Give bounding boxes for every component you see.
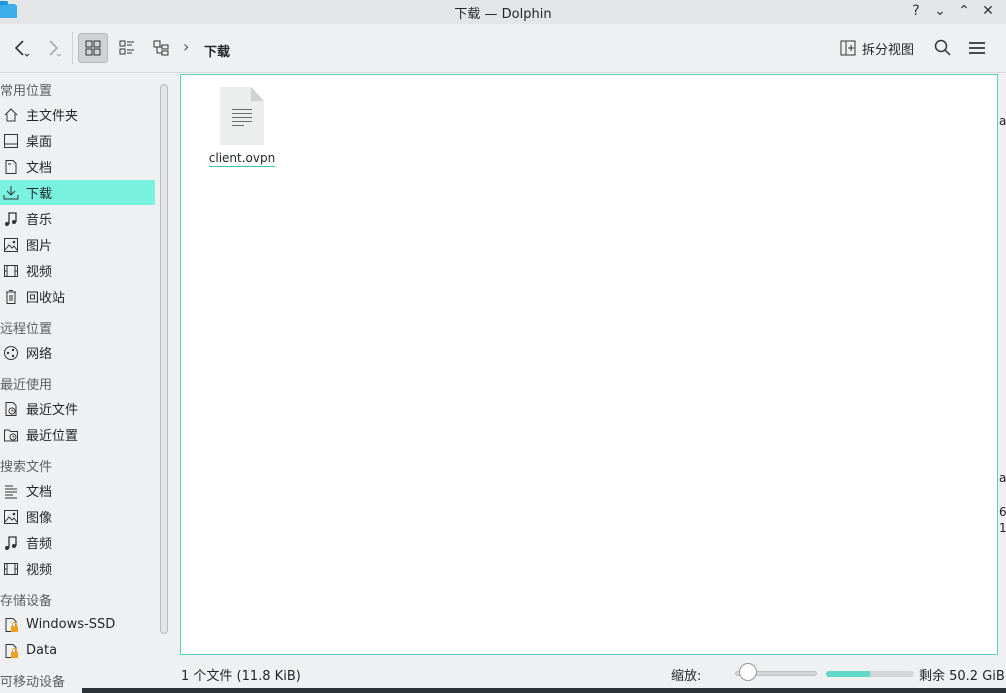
- image-icon: [4, 237, 18, 252]
- sidebar-item-downloads[interactable]: 下载: [0, 180, 155, 205]
- document-icon: [5, 159, 17, 174]
- text-lines-icon: [5, 485, 17, 498]
- sidebar-item-music[interactable]: 音乐: [0, 206, 155, 231]
- breadcrumb-separator-icon: ›: [183, 37, 190, 56]
- sidebar-item-label: 最近位置: [26, 429, 79, 444]
- sidebar-item-label: 文档: [26, 161, 53, 176]
- sidebar-item-label: Data: [26, 643, 58, 658]
- sidebar-item-documents[interactable]: 文档: [0, 154, 155, 179]
- zoom-label: 缩放:: [671, 669, 702, 684]
- file-count: 1 个文件 (11.8 KiB): [181, 669, 301, 684]
- status-bar: 1 个文件 (11.8 KiB) 缩放: 剩余 50.2 GiB: [0, 658, 1006, 688]
- toolbar: › 下载 拆分视图: [0, 24, 1006, 73]
- drive-locked-icon: [5, 643, 18, 658]
- music-note-icon: [5, 535, 17, 550]
- recent-folder-icon: [4, 429, 18, 441]
- free-space-label: 剩余 50.2 GiB: [919, 669, 1005, 684]
- sidebar-item-search-images[interactable]: 图像: [0, 504, 155, 529]
- section-title-search: 搜索文件: [0, 460, 53, 475]
- file-item[interactable]: client.ovpn: [205, 87, 279, 167]
- split-view-icon: [840, 40, 856, 56]
- trash-icon: [6, 289, 16, 304]
- help-button[interactable]: ?: [908, 1, 924, 21]
- sidebar-item-recent-files[interactable]: 最近文件: [0, 396, 155, 421]
- section-title-places: 常用位置: [0, 84, 53, 99]
- taskbar-edge: [82, 688, 1006, 693]
- back-button[interactable]: [8, 34, 34, 62]
- sidebar-item-label: 最近文件: [26, 403, 79, 418]
- image-icon: [4, 509, 18, 524]
- sidebar-item-trash[interactable]: 回收站: [0, 284, 155, 309]
- sidebar-item-search-videos[interactable]: 视频: [0, 556, 155, 581]
- title-bar: 下载 — Dolphin ? ⌄ ⌃ ✕: [0, 0, 1006, 24]
- split-view-label: 拆分视图: [862, 42, 915, 58]
- icons-view-button[interactable]: [78, 33, 108, 63]
- forward-button[interactable]: [40, 34, 66, 62]
- music-note-icon: [5, 211, 17, 226]
- section-title-devices: 存储设备: [0, 594, 53, 609]
- compact-list-icon: [119, 40, 134, 55]
- sidebar-item-label: 音频: [26, 537, 53, 552]
- file-name: client.ovpn: [208, 151, 276, 167]
- text-file-icon: [220, 87, 264, 145]
- minimize-button[interactable]: ⌄: [932, 1, 948, 21]
- section-title-remote: 远程位置: [0, 322, 53, 337]
- tree-view-icon: [153, 40, 169, 56]
- film-icon: [4, 264, 18, 277]
- search-icon: [934, 39, 951, 56]
- sidebar-item-search-audio[interactable]: 音频: [0, 530, 155, 555]
- section-title-recent: 最近使用: [0, 378, 53, 393]
- window-title: 下载 — Dolphin: [454, 7, 552, 22]
- details-view-button[interactable]: [148, 34, 174, 62]
- sidebar-item-label: 视频: [26, 563, 53, 578]
- sidebar-item-label: 网络: [26, 347, 53, 362]
- search-button[interactable]: [932, 34, 954, 62]
- chevron-right-icon: [49, 40, 62, 57]
- sidebar-item-label: 下载: [26, 187, 53, 202]
- sidebar-item-label: Windows-SSD: [26, 617, 116, 632]
- sidebar-item-label: 视频: [26, 265, 53, 280]
- sidebar-item-pictures[interactable]: 图片: [0, 232, 155, 257]
- maximize-button[interactable]: ⌃: [956, 1, 972, 21]
- sidebar-item-label: 回收站: [26, 291, 66, 306]
- desktop-icon: [4, 133, 18, 148]
- sidebar-item-desktop[interactable]: 桌面: [0, 128, 155, 153]
- hamburger-menu-icon: [969, 42, 985, 54]
- download-icon: [3, 185, 19, 199]
- background-text: a: [999, 114, 1006, 128]
- split-view-button[interactable]: 拆分视图: [840, 34, 914, 62]
- menu-button[interactable]: [966, 34, 988, 62]
- compact-view-button[interactable]: [114, 34, 140, 62]
- sidebar-item-home[interactable]: 主文件夹: [0, 102, 155, 127]
- sidebar-item-windows-ssd[interactable]: Windows-SSD: [0, 612, 155, 637]
- sidebar-item-recent-locations[interactable]: 最近位置: [0, 422, 155, 447]
- sidebar-item-label: 主文件夹: [26, 109, 79, 124]
- sidebar-item-label: 音乐: [26, 213, 53, 228]
- background-text: 1: [999, 521, 1006, 535]
- sidebar-item-videos[interactable]: 视频: [0, 258, 155, 283]
- chevron-left-icon: [14, 40, 30, 57]
- background-text: 6: [999, 505, 1006, 519]
- close-button[interactable]: ✕: [980, 1, 996, 21]
- free-space-bar: [826, 671, 914, 677]
- sidebar-scrollbar[interactable]: [160, 84, 168, 634]
- sidebar-item-label: 图片: [26, 239, 53, 254]
- network-icon: [4, 345, 18, 360]
- sidebar-item-label: 图像: [26, 511, 53, 526]
- sidebar-item-label: 桌面: [26, 135, 53, 150]
- places-panel: 常用位置 主文件夹 桌面 文档 下载 音乐 图片 视频 回收站 远程位置 网络 …: [0, 73, 170, 693]
- breadcrumb-current[interactable]: 下载: [204, 41, 230, 60]
- icon-grid-icon: [85, 40, 101, 56]
- background-text: a: [999, 471, 1006, 485]
- sidebar-item-network[interactable]: 网络: [0, 340, 155, 365]
- film-icon: [4, 562, 18, 575]
- drive-locked-icon: [5, 617, 18, 632]
- file-view[interactable]: client.ovpn: [180, 74, 998, 655]
- home-icon: [4, 107, 18, 121]
- recent-document-icon: [5, 401, 17, 416]
- sidebar-item-label: 文档: [26, 485, 53, 500]
- sidebar-item-search-documents[interactable]: 文档: [0, 478, 155, 503]
- zoom-slider-handle[interactable]: [739, 663, 758, 681]
